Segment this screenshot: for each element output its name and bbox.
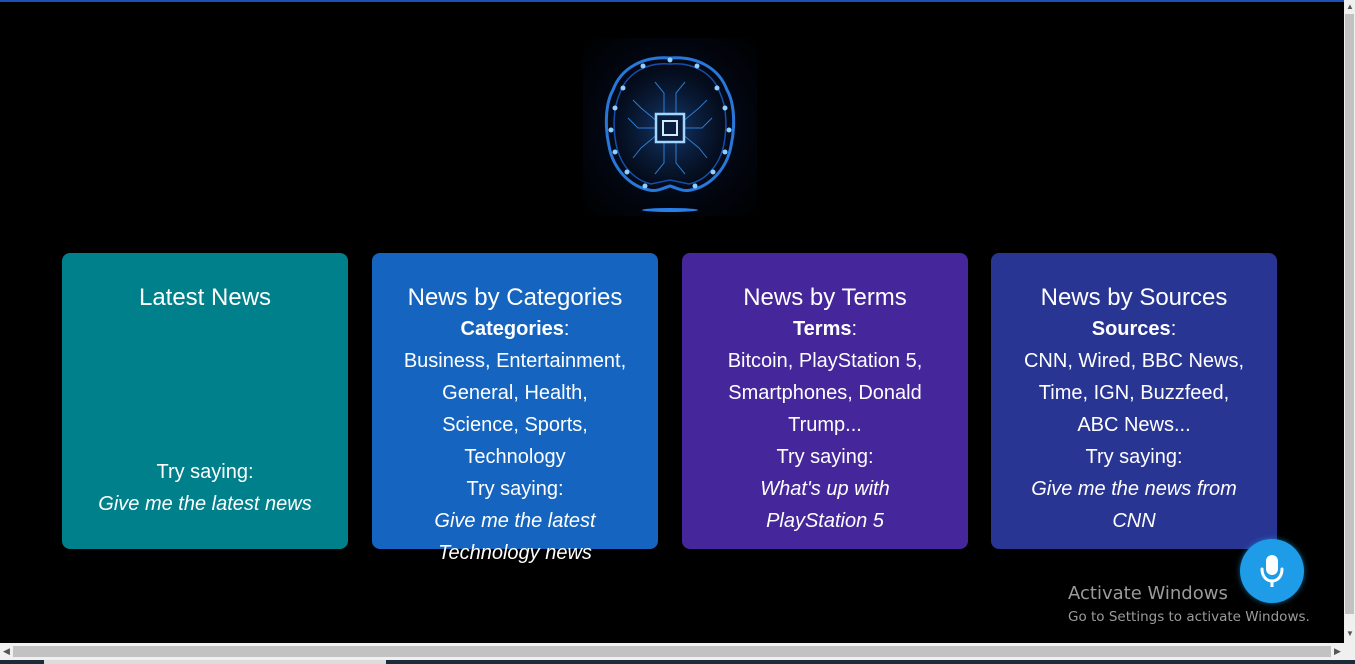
card-title: News by Terms — [743, 284, 907, 311]
scroll-up-icon[interactable]: ▲ — [1346, 3, 1354, 11]
list-colon: : — [1170, 318, 1177, 340]
scroll-right-icon[interactable]: ▶ — [1334, 646, 1341, 656]
card-news-by-terms: News by Terms Terms: Bitcoin, PlayStatio… — [682, 253, 968, 549]
example-phrase: PlayStation 5 — [766, 510, 884, 532]
list-line: General, Health, — [442, 382, 588, 404]
list-line: Trump... — [788, 414, 862, 436]
list-line: Technology — [464, 446, 566, 468]
taskbar-highlight — [44, 660, 386, 664]
try-saying-label: Try saying: — [776, 446, 874, 468]
card-title: Latest News — [138, 284, 272, 311]
vertical-scroll-thumb[interactable] — [1345, 14, 1354, 614]
top-accent-bar — [0, 0, 1355, 2]
list-label: Terms — [792, 318, 852, 340]
try-saying-label: Try saying: — [1085, 446, 1183, 468]
example-phrase: What's up with — [760, 478, 890, 500]
example-phrase: Give me the latest news — [98, 493, 312, 515]
ai-brain-logo — [583, 38, 757, 216]
list-colon: : — [851, 318, 858, 340]
card-title: News by Sources — [1040, 284, 1228, 311]
try-saying-label: Try saying: — [156, 461, 254, 483]
list-line: Science, Sports, — [442, 414, 588, 436]
example-phrase: Give me the news from — [1031, 478, 1237, 500]
try-saying-label: Try saying: — [466, 478, 564, 500]
horizontal-scroll-thumb[interactable] — [13, 646, 1331, 657]
taskbar-edge — [0, 660, 1355, 664]
card-news-by-sources: News by Sources Sources: CNN, Wired, BBC… — [991, 253, 1277, 549]
activate-windows-watermark: Activate Windows Go to Settings to activ… — [1068, 582, 1310, 627]
scroll-left-icon[interactable]: ◀ — [3, 646, 10, 656]
vertical-scrollbar[interactable]: ▲ ▼ — [1344, 0, 1355, 643]
list-line: CNN, Wired, BBC News, — [1023, 350, 1245, 372]
watermark-title: Activate Windows — [1068, 583, 1228, 604]
ai-brain-chip-icon — [590, 44, 750, 212]
list-line: Bitcoin, PlayStation 5, — [727, 350, 923, 372]
example-phrase: Give me the latest — [434, 510, 596, 532]
list-line: ABC News... — [1077, 414, 1191, 436]
watermark-subtitle: Go to Settings to activate Windows. — [1068, 609, 1310, 625]
card-latest-news: Latest News Try saying: Give me the late… — [62, 253, 348, 549]
example-phrase: Technology news — [438, 542, 592, 564]
list-label: Sources — [1091, 318, 1171, 340]
list-label: Categories — [460, 318, 564, 340]
list-line: Time, IGN, Buzzfeed, — [1038, 382, 1230, 404]
list-colon: : — [563, 318, 570, 340]
horizontal-scrollbar[interactable]: ◀ ▶ — [0, 643, 1355, 660]
scroll-down-icon[interactable]: ▼ — [1346, 630, 1354, 638]
card-title: News by Categories — [407, 284, 623, 311]
card-news-by-categories: News by Categories Categories: Business,… — [372, 253, 658, 564]
list-line: Business, Entertainment, — [403, 350, 627, 372]
example-phrase: CNN — [1112, 510, 1156, 532]
list-line: Smartphones, Donald — [728, 382, 922, 404]
